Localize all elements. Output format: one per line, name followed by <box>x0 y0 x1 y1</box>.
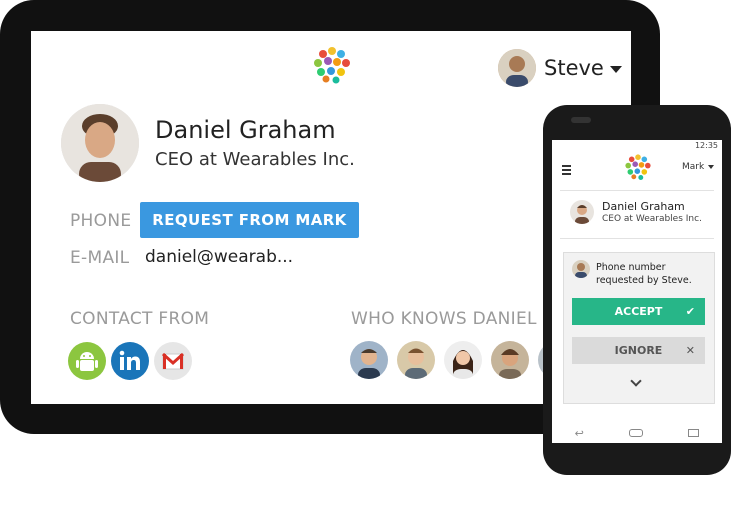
back-icon[interactable]: ↩ <box>575 427 584 440</box>
phone-device: 12:35 Mark Daniel Graham CEO at Wearable… <box>543 105 731 475</box>
friend-avatar[interactable] <box>350 341 388 379</box>
phone-user-menu[interactable]: Mark <box>682 162 715 172</box>
app-logo <box>314 47 350 84</box>
who-knows-label: WHO KNOWS DANIEL <box>351 309 537 329</box>
android-nav-bar: ↩ <box>552 423 722 443</box>
home-icon[interactable] <box>629 429 644 437</box>
request-from-mark-button[interactable]: REQUEST FROM MARK <box>140 202 359 238</box>
gmail-icon[interactable] <box>154 342 192 380</box>
notification-text: Phone number requested by Steve. <box>596 262 692 286</box>
status-time: 12:35 <box>694 141 718 150</box>
divider <box>560 190 714 191</box>
hamburger-menu-icon[interactable] <box>562 165 571 175</box>
status-bar: 12:35 <box>552 140 722 152</box>
requester-avatar <box>572 260 590 278</box>
tablet-screen: Steve Daniel Graham CEO at Wearables Inc… <box>31 31 631 404</box>
recent-apps-icon[interactable] <box>688 429 700 437</box>
contact-title: CEO at Wearables Inc. <box>155 149 355 170</box>
android-icon[interactable] <box>68 342 106 380</box>
request-notification-card: Phone number requested by Steve. ACCEPT … <box>563 252 715 404</box>
phone-contact-title: CEO at Wearables Inc. <box>602 214 702 224</box>
phone-contact-name: Daniel Graham <box>602 200 685 213</box>
accept-label: ACCEPT <box>614 305 663 318</box>
chevron-down-icon[interactable] <box>630 375 642 387</box>
contact-from-label: CONTACT FROM <box>70 309 210 329</box>
phone-contact-avatar <box>570 200 594 224</box>
user-avatar <box>498 49 536 87</box>
ignore-label: IGNORE <box>614 344 663 357</box>
contact-avatar <box>61 104 139 182</box>
chevron-down-icon <box>708 165 715 169</box>
ignore-button[interactable]: IGNORE ✕ <box>572 337 705 364</box>
linkedin-icon[interactable] <box>111 342 149 380</box>
phone-label: PHONE <box>70 211 132 231</box>
divider <box>560 238 714 239</box>
user-menu[interactable]: Steve <box>498 49 622 87</box>
close-icon: ✕ <box>685 344 695 357</box>
phone-user-name: Mark <box>682 162 705 172</box>
friend-avatar[interactable] <box>397 341 435 379</box>
user-name: Steve <box>544 56 604 80</box>
chevron-down-icon[interactable] <box>609 65 622 73</box>
check-icon: ✔ <box>685 305 695 318</box>
phone-screen: 12:35 Mark Daniel Graham CEO at Wearable… <box>552 140 722 443</box>
phone-speaker <box>571 117 591 123</box>
friend-avatar[interactable] <box>491 341 529 379</box>
email-label: E-MAIL <box>70 248 130 268</box>
friend-avatar[interactable] <box>444 341 482 379</box>
app-logo <box>625 154 651 180</box>
accept-button[interactable]: ACCEPT ✔ <box>572 298 705 325</box>
contact-name: Daniel Graham <box>155 116 336 144</box>
email-value: daniel@wearab... <box>145 247 294 267</box>
